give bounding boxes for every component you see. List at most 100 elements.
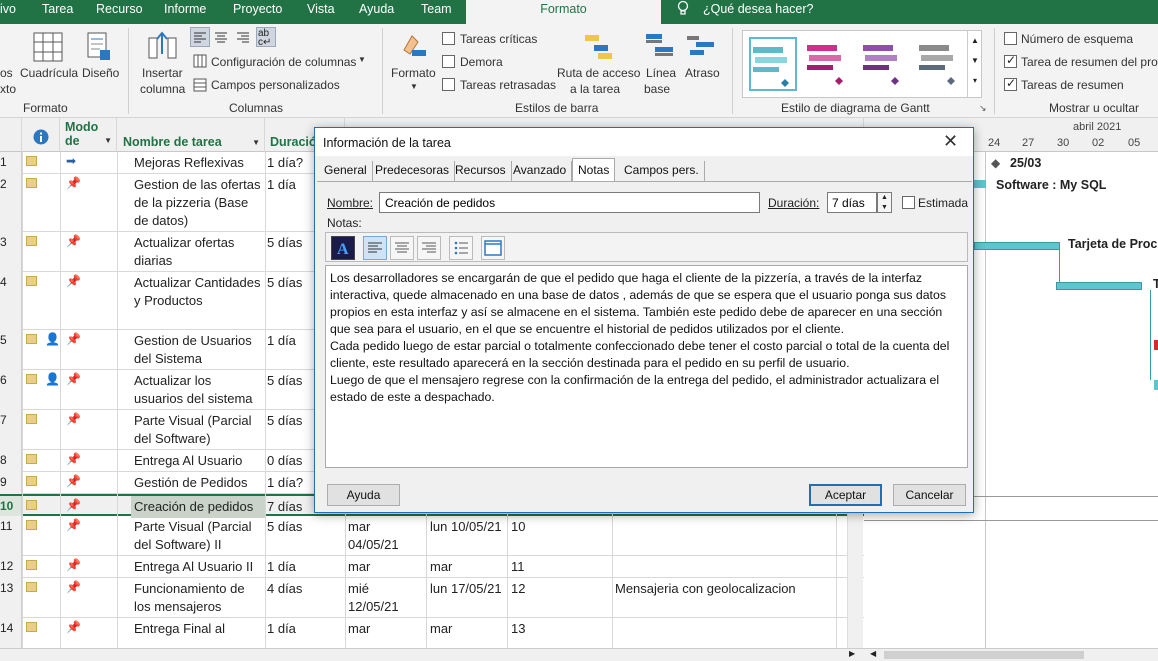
task-name-cell[interactable]: Gestion de Usuarios del Sistema bbox=[131, 330, 265, 370]
grid-icon[interactable] bbox=[33, 32, 63, 62]
note-icon[interactable] bbox=[26, 520, 37, 530]
tab-archivo[interactable]: ivo bbox=[0, 0, 16, 24]
task-name-header[interactable]: Nombre de tarea ▼ bbox=[117, 118, 265, 152]
align-center-icon[interactable] bbox=[212, 28, 230, 46]
row-number[interactable]: 10 bbox=[0, 496, 22, 518]
duration-cell[interactable]: 1 día bbox=[264, 556, 344, 578]
estimated-checkbox[interactable] bbox=[902, 196, 915, 209]
tab-recursos[interactable]: Recursos bbox=[450, 161, 512, 181]
column-settings-button[interactable]: Configuración de columnas bbox=[211, 55, 356, 69]
late-tasks-checkbox[interactable] bbox=[442, 78, 455, 91]
row-number[interactable]: 11 bbox=[0, 516, 22, 556]
gridlines-button[interactable]: Cuadrícula bbox=[20, 66, 78, 80]
insert-object-icon[interactable] bbox=[481, 236, 505, 260]
task-name-cell[interactable]: Actualizar los usuarios del sistema bbox=[131, 370, 265, 410]
note-icon[interactable] bbox=[26, 500, 37, 510]
table-row[interactable]: 13 📌 Funcionamiento de los mensajeros 4 día… bbox=[0, 578, 864, 618]
summary-tasks-checkbox[interactable] bbox=[1004, 76, 1017, 91]
align-right-icon[interactable] bbox=[234, 28, 252, 46]
duration-spinner[interactable]: ▲ ▼ bbox=[877, 192, 892, 213]
custom-fields-icon[interactable] bbox=[193, 78, 207, 92]
task-name-cell[interactable]: Funcionamiento de los mensajeros bbox=[131, 578, 265, 618]
gallery-scroll[interactable]: ▲ ▼ ▾ bbox=[967, 31, 982, 97]
gantt-bar[interactable] bbox=[1056, 282, 1142, 290]
row-number[interactable]: 3 bbox=[0, 232, 22, 272]
note-icon[interactable] bbox=[26, 374, 37, 384]
task-name-cell[interactable]: Mejoras Reflexivas bbox=[131, 152, 265, 174]
custom-fields-button[interactable]: Campos personalizados bbox=[211, 78, 340, 92]
duration-input[interactable] bbox=[827, 192, 877, 213]
task-name-cell[interactable]: Entrega Al Usuario bbox=[131, 450, 265, 472]
insert-column-icon[interactable] bbox=[146, 30, 180, 60]
table-row[interactable]: 11 📌 Parte Visual (Parcial del Software) I… bbox=[0, 516, 864, 556]
tell-me-search[interactable]: ¿Qué desea hacer? bbox=[703, 0, 814, 24]
scroll-left-icon[interactable]: ◀ bbox=[870, 649, 876, 658]
row-number[interactable]: 8 bbox=[0, 450, 22, 472]
duration-cell[interactable]: 5 días bbox=[264, 516, 344, 556]
row-number[interactable]: 6 bbox=[0, 370, 22, 410]
baseline-label-a[interactable]: Línea bbox=[646, 66, 676, 80]
note-icon[interactable] bbox=[26, 582, 37, 592]
note-icon[interactable] bbox=[26, 178, 37, 188]
task-name-cell[interactable]: Parte Visual (Parcial del Software) II bbox=[131, 516, 265, 556]
finish-cell[interactable]: lun 10/05/21 bbox=[427, 516, 507, 556]
tab-team[interactable]: Team bbox=[421, 0, 452, 24]
baseline-icon[interactable] bbox=[645, 32, 675, 60]
text-styles-label-a[interactable]: os bbox=[0, 66, 13, 80]
predecessors-cell[interactable]: 12 bbox=[508, 578, 558, 618]
layout-button[interactable]: Diseño bbox=[82, 66, 119, 80]
chevron-down-icon[interactable]: ▼ bbox=[410, 82, 418, 91]
layout-icon[interactable] bbox=[86, 32, 112, 62]
tab-campos-pers[interactable]: Campos pers. bbox=[619, 161, 705, 181]
task-path-label-b[interactable]: a la tarea bbox=[570, 82, 620, 96]
gantt-style-4[interactable] bbox=[917, 37, 965, 91]
task-name-input[interactable] bbox=[379, 192, 760, 213]
start-cell[interactable]: mar 11/05/21 bbox=[345, 556, 425, 578]
finish-cell[interactable]: lun 17/05/21 bbox=[427, 578, 507, 618]
scroll-thumb[interactable] bbox=[884, 651, 1084, 659]
slippage-button[interactable]: Atraso bbox=[685, 66, 720, 80]
chevron-down-icon[interactable]: ▼ bbox=[358, 55, 366, 64]
finish-cell[interactable]: mar 11/05/21 bbox=[427, 556, 507, 578]
note-icon[interactable] bbox=[26, 156, 37, 166]
help-button[interactable]: Ayuda bbox=[327, 484, 400, 506]
note-icon[interactable] bbox=[26, 414, 37, 424]
note-icon[interactable] bbox=[26, 236, 37, 246]
row-number[interactable]: 4 bbox=[0, 272, 22, 330]
ok-button[interactable]: Aceptar bbox=[809, 484, 882, 506]
start-cell[interactable]: mié 12/05/21 bbox=[345, 578, 425, 618]
tab-formato[interactable]: Formato bbox=[466, 0, 661, 24]
gantt-bar-critical[interactable] bbox=[1154, 340, 1158, 350]
dialog-launcher-icon[interactable]: ↘ bbox=[979, 103, 987, 114]
notes-textarea[interactable]: Los desarrolladores se encargarán de que… bbox=[325, 265, 968, 468]
gantt-horizontal-scrollbar[interactable]: ◀ bbox=[864, 648, 1158, 661]
note-icon[interactable] bbox=[26, 334, 37, 344]
row-number[interactable]: 13 bbox=[0, 578, 22, 618]
gantt-bar[interactable] bbox=[974, 242, 1060, 250]
bullets-icon[interactable] bbox=[449, 236, 473, 260]
predecessors-cell[interactable]: 10 bbox=[508, 516, 558, 556]
tab-informe[interactable]: Informe bbox=[164, 0, 206, 24]
indicators-header[interactable] bbox=[22, 118, 60, 152]
note-icon[interactable] bbox=[26, 622, 37, 632]
gantt-style-3[interactable] bbox=[861, 37, 909, 91]
chevron-down-icon[interactable]: ▼ bbox=[104, 134, 112, 148]
note-icon[interactable] bbox=[26, 454, 37, 464]
gantt-style-2[interactable] bbox=[805, 37, 853, 91]
slack-checkbox[interactable] bbox=[442, 55, 455, 68]
close-icon[interactable]: ✕ bbox=[943, 131, 958, 152]
format-button[interactable]: Formato bbox=[391, 66, 436, 80]
cancel-button[interactable]: Cancelar bbox=[893, 484, 966, 506]
task-path-icon[interactable] bbox=[584, 32, 614, 60]
gantt-style-1[interactable] bbox=[749, 37, 797, 91]
row-number[interactable]: 7 bbox=[0, 410, 22, 450]
task-mode-header[interactable]: Modo de ▼ bbox=[60, 118, 117, 152]
task-name-cell[interactable]: Entrega Al Usuario II bbox=[131, 556, 265, 578]
align-center-icon[interactable] bbox=[390, 236, 414, 260]
align-left-icon[interactable] bbox=[363, 236, 387, 260]
note-icon[interactable] bbox=[26, 476, 37, 486]
gantt-bar[interactable] bbox=[974, 180, 986, 188]
baseline-label-b[interactable]: base bbox=[644, 82, 670, 96]
column-settings-icon[interactable] bbox=[193, 54, 207, 68]
insert-column-label-a[interactable]: Insertar bbox=[142, 66, 183, 80]
